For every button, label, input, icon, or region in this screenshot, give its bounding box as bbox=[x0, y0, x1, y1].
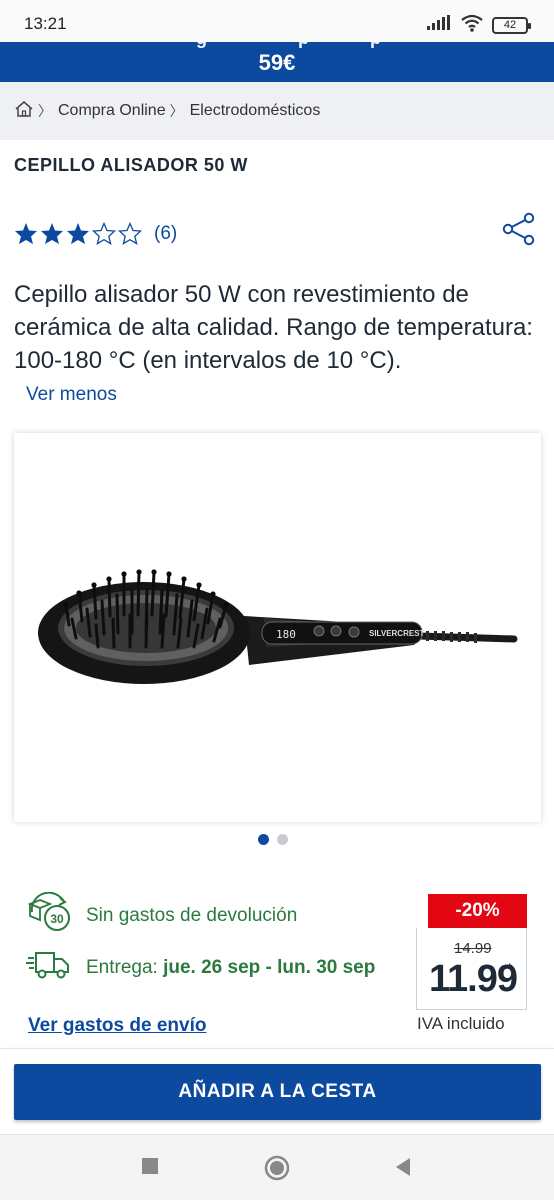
return-box-icon: 30 bbox=[26, 891, 72, 940]
promo-text-clipped: g p p bbox=[0, 42, 554, 49]
vat-included-label: IVA incluido bbox=[417, 1014, 505, 1033]
add-to-cart-button[interactable]: AÑADIR A LA CESTA bbox=[14, 1064, 541, 1120]
current-price: 11.99 bbox=[429, 958, 518, 1000]
brand-logo: SILVERCREST bbox=[369, 629, 425, 638]
discount-badge: -20% bbox=[428, 894, 527, 928]
product-title: CEPILLO ALISADOR 50 W bbox=[14, 155, 248, 175]
product-rating[interactable]: (6) bbox=[14, 222, 177, 245]
truck-icon bbox=[26, 950, 72, 986]
breadcrumb: 〉 Compra Online 〉 Electrodomésticos bbox=[0, 82, 554, 140]
nav-circle-icon[interactable] bbox=[264, 1155, 290, 1186]
product-description: Cepillo alisador 50 W con revestimiento … bbox=[14, 281, 533, 374]
product-image-hair-brush: 180 SILVERCREST bbox=[38, 569, 518, 684]
chevron-right-icon: 〉 bbox=[38, 103, 52, 119]
return-days: 30 bbox=[50, 912, 64, 926]
status-bar: 13:21 42 bbox=[0, 0, 554, 44]
status-time: 13:21 bbox=[24, 14, 67, 33]
signal-icon bbox=[426, 15, 452, 36]
chevron-right-icon: 〉 bbox=[169, 103, 184, 119]
star-icon-empty bbox=[118, 222, 142, 245]
price-asterisk: * bbox=[507, 960, 513, 976]
system-nav-bar bbox=[0, 1134, 554, 1200]
promo-banner[interactable]: g p p 59€ bbox=[0, 42, 554, 82]
breadcrumb-item-electrodomesticos[interactable]: Electrodomésticos bbox=[190, 102, 321, 120]
home-icon[interactable] bbox=[14, 100, 34, 123]
star-icon-filled bbox=[66, 222, 90, 245]
breadcrumb-item-compra-online[interactable]: Compra Online bbox=[58, 102, 166, 120]
shipping-costs-link[interactable]: Ver gastos de envío bbox=[28, 1015, 206, 1037]
price-box: 14.99 11.99 * bbox=[416, 928, 527, 1010]
promo-price: 59€ bbox=[258, 50, 296, 75]
free-returns-info: 30 Sin gastos de devolución bbox=[26, 891, 298, 940]
star-icon-empty bbox=[92, 222, 116, 245]
free-returns-label: Sin gastos de devolución bbox=[86, 905, 298, 926]
old-price: 14.99 bbox=[454, 940, 492, 957]
product-image-card[interactable]: 180 SILVERCREST bbox=[14, 433, 541, 822]
battery-icon: 42 bbox=[492, 17, 531, 34]
nav-back-icon[interactable] bbox=[394, 1157, 412, 1182]
sticky-divider bbox=[0, 1048, 554, 1049]
rating-count[interactable]: (6) bbox=[154, 223, 177, 245]
delivery-dates: jue. 26 sep - lun. 30 sep bbox=[163, 957, 376, 978]
see-less-link[interactable]: Ver menos bbox=[26, 384, 117, 406]
delivery-info: Entrega: jue. 26 sep - lun. 30 sep bbox=[26, 950, 375, 986]
brush-display-text: 180 bbox=[276, 628, 296, 641]
gallery-dot-2[interactable] bbox=[277, 834, 288, 845]
delivery-label: Entrega: bbox=[86, 957, 158, 978]
share-icon[interactable] bbox=[502, 212, 536, 251]
star-icon-filled bbox=[40, 222, 64, 245]
gallery-pagination[interactable] bbox=[258, 834, 288, 845]
status-icons: 42 bbox=[426, 14, 531, 37]
gallery-dot-1[interactable] bbox=[258, 834, 269, 845]
star-icon-filled bbox=[14, 222, 38, 245]
nav-square-icon[interactable] bbox=[141, 1157, 159, 1180]
wifi-icon bbox=[460, 14, 484, 37]
